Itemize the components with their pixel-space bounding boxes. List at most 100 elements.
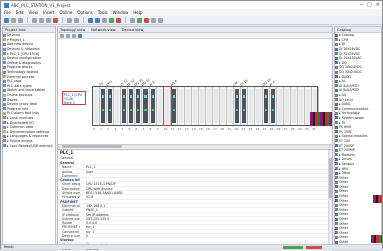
rack-slot[interactable]	[284, 87, 291, 125]
rack-slot[interactable]	[270, 87, 277, 125]
rack-slot[interactable]	[248, 87, 256, 125]
module[interactable]	[108, 89, 113, 123]
module[interactable]	[101, 89, 106, 123]
rack-slot[interactable]	[192, 87, 199, 125]
rack-slot[interactable]	[291, 87, 298, 125]
scroll-thumb[interactable]	[62, 145, 122, 148]
module[interactable]	[94, 89, 99, 123]
rack-slot[interactable]	[162, 86, 172, 126]
rack-slot[interactable]	[128, 87, 136, 125]
station-box[interactable]: PLC_1 [CPU 1516] Rack_0	[62, 91, 86, 105]
module[interactable]	[214, 89, 219, 123]
tab-topology-view[interactable]: Topology view	[60, 28, 85, 32]
module[interactable]	[199, 89, 204, 123]
start-cpu-icon[interactable]	[137, 17, 142, 23]
rack-slot[interactable]	[255, 87, 263, 125]
rack-slot[interactable]	[277, 87, 284, 125]
save-icon[interactable]	[18, 17, 23, 23]
module[interactable]	[136, 89, 141, 123]
redo-icon[interactable]	[74, 17, 79, 23]
module[interactable]	[291, 89, 296, 123]
rack-slot[interactable]	[114, 87, 122, 125]
rack-slot[interactable]	[100, 87, 108, 125]
module[interactable]	[150, 89, 155, 123]
cross-reference-icon[interactable]	[151, 17, 156, 23]
properties-scrollbar[interactable]	[328, 150, 332, 248]
module[interactable]	[171, 89, 176, 123]
module[interactable]	[270, 89, 275, 123]
module[interactable]	[115, 89, 120, 123]
module[interactable]	[256, 89, 261, 123]
cut-icon[interactable]	[32, 17, 37, 23]
open-project-icon[interactable]	[11, 17, 16, 23]
zoom-in-icon[interactable]	[60, 33, 64, 38]
rack-slot[interactable]	[171, 87, 178, 125]
tab-network-view[interactable]: Network view	[91, 28, 115, 32]
tree-item[interactable]: ▸ Card Reader/USB memory	[3, 143, 55, 148]
rack-slot[interactable]	[227, 87, 235, 125]
module[interactable]	[242, 89, 247, 123]
rack-slot[interactable]	[220, 87, 228, 125]
horizontal-scrollbar[interactable]	[58, 144, 332, 148]
module[interactable]	[207, 89, 212, 123]
rack-slot[interactable]	[142, 87, 150, 125]
go-online-icon[interactable]	[109, 17, 114, 23]
menu-insert[interactable]: Insert	[43, 10, 54, 15]
accessible-devices-icon[interactable]	[130, 17, 135, 23]
compile-icon[interactable]	[88, 17, 93, 23]
module[interactable]	[122, 89, 127, 123]
module[interactable]	[277, 89, 282, 123]
rack-slot[interactable]	[178, 87, 185, 125]
rack-slot[interactable]	[213, 87, 221, 125]
split-editor-icon[interactable]	[158, 17, 163, 23]
scroll-thumb[interactable]	[329, 158, 332, 198]
undo-icon[interactable]	[67, 17, 72, 23]
menu-view[interactable]: View	[28, 10, 38, 15]
maximize-icon[interactable]: □	[367, 2, 372, 8]
rack-slot[interactable]	[206, 87, 214, 125]
rack-slot[interactable]	[263, 87, 270, 125]
module[interactable]	[129, 89, 134, 123]
module[interactable]	[164, 89, 169, 123]
module[interactable]	[178, 89, 183, 123]
minimize-icon[interactable]: ─	[360, 2, 363, 8]
rack-slot[interactable]	[135, 87, 143, 125]
module[interactable]	[263, 89, 268, 123]
tree-item[interactable]: ▸ Languages & resources	[3, 134, 55, 139]
copy-icon[interactable]	[39, 17, 44, 23]
menu-file[interactable]: File	[4, 10, 11, 15]
delete-icon[interactable]	[53, 17, 58, 23]
new-project-icon[interactable]	[4, 17, 9, 23]
stop-cpu-icon[interactable]	[144, 17, 149, 23]
rack-slot[interactable]	[234, 87, 242, 125]
rack-slot[interactable]	[199, 87, 206, 125]
module[interactable]	[185, 89, 190, 123]
tree-item[interactable]: ▸ Documentation settings	[3, 129, 55, 134]
module-view-icon[interactable]	[78, 33, 82, 38]
menu-help[interactable]: Help	[133, 10, 142, 15]
module[interactable]	[228, 89, 233, 123]
menu-window[interactable]: Window	[113, 10, 129, 15]
tab-device-view[interactable]: Device view	[122, 28, 144, 32]
rack-slot[interactable]	[107, 87, 115, 125]
rack-slot[interactable]	[298, 87, 305, 125]
module[interactable]	[284, 89, 289, 123]
menu-online[interactable]: Online	[59, 10, 72, 15]
module[interactable]	[298, 89, 303, 123]
module[interactable]	[249, 89, 254, 123]
module[interactable]	[235, 89, 240, 123]
rack-slot[interactable]	[241, 87, 249, 125]
menu-options[interactable]: Options	[77, 10, 92, 15]
rack-slot[interactable]	[185, 87, 192, 125]
module[interactable]	[143, 89, 148, 123]
rack-slot[interactable]	[121, 87, 129, 125]
rack-slot[interactable]	[157, 87, 164, 125]
menu-edit[interactable]: Edit	[16, 10, 24, 15]
module[interactable]	[192, 89, 197, 123]
zoom-out-icon[interactable]	[66, 33, 70, 38]
module[interactable]	[221, 89, 226, 123]
menu-tools[interactable]: Tools	[98, 10, 108, 15]
upload-icon[interactable]	[102, 17, 107, 23]
rack-slot[interactable]	[150, 87, 157, 125]
go-offline-icon[interactable]	[116, 17, 121, 23]
